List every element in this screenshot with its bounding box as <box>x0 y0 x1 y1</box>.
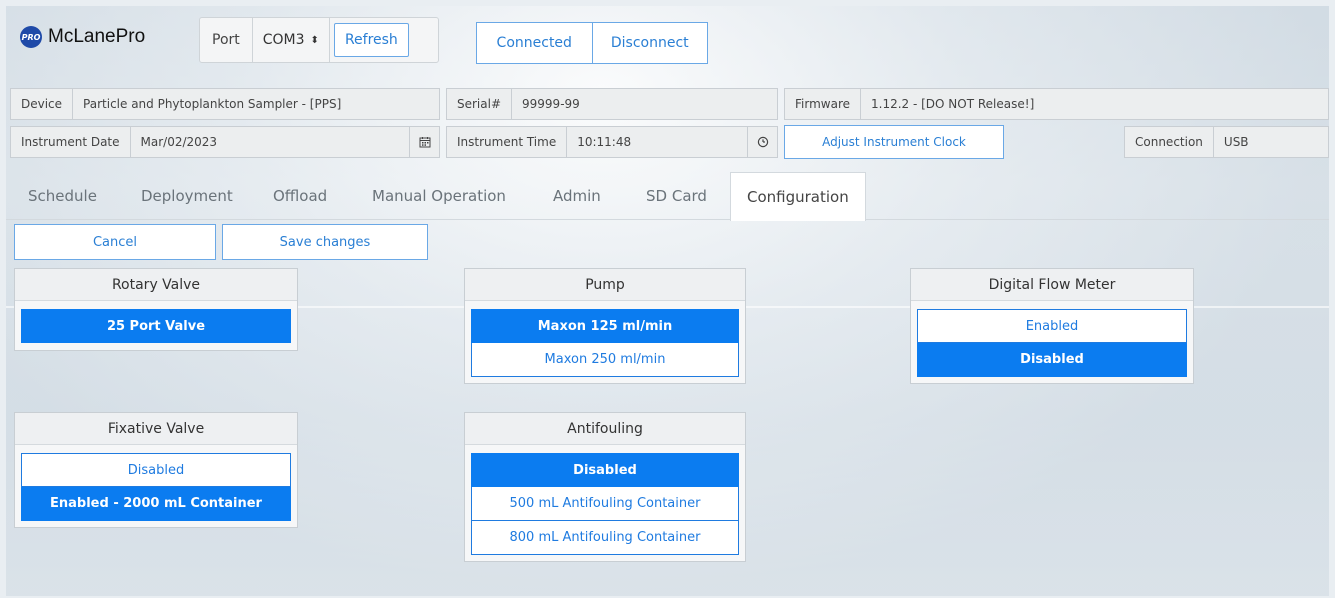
app-name: McLanePro <box>48 26 146 47</box>
tab-schedule[interactable]: Schedule <box>28 172 97 220</box>
connection-button-group: Connected Disconnect <box>476 22 708 64</box>
port-select[interactable]: COM3 ⬍ <box>253 18 330 62</box>
tab-deployment[interactable]: Deployment <box>141 172 233 220</box>
rotary-valve-options: 25 Port Valve <box>15 301 297 351</box>
antifouling-options: Disabled 500 mL Antifouling Container 80… <box>465 445 745 563</box>
rotary-valve-title: Rotary Valve <box>15 269 297 301</box>
clock-icon[interactable] <box>747 127 777 157</box>
firmware-value: 1.12.2 - [DO NOT Release!] <box>871 97 1035 111</box>
date-label: Instrument Date <box>11 127 131 157</box>
pump-panel: Pump Maxon 125 ml/min Maxon 250 ml/min <box>464 268 746 384</box>
antifouling-panel: Antifouling Disabled 500 mL Antifouling … <box>464 412 746 562</box>
pump-options: Maxon 125 ml/min Maxon 250 ml/min <box>465 301 745 385</box>
cancel-button[interactable]: Cancel <box>14 224 216 260</box>
option-disabled[interactable]: Disabled <box>917 343 1187 377</box>
tab-configuration[interactable]: Configuration <box>730 172 866 221</box>
device-label: Device <box>11 89 74 119</box>
pump-title: Pump <box>465 269 745 301</box>
serial-info: Serial# 99999-99 <box>446 88 778 120</box>
connection-label: Connection <box>1125 127 1214 157</box>
firmware-info: Firmware 1.12.2 - [DO NOT Release!] <box>784 88 1329 120</box>
refresh-button[interactable]: Refresh <box>333 23 409 57</box>
serial-label: Serial# <box>447 89 513 119</box>
device-value: Particle and Phytoplankton Sampler - [PP… <box>83 97 342 111</box>
connection-value: USB <box>1223 135 1249 149</box>
rotary-valve-panel: Rotary Valve 25 Port Valve <box>14 268 298 351</box>
device-info: Device Particle and Phytoplankton Sample… <box>10 88 440 120</box>
serial-value: 99999-99 <box>522 97 580 111</box>
connection-info: Connection USB <box>1124 126 1329 158</box>
option-enabled-2000ml[interactable]: Enabled - 2000 mL Container <box>21 487 291 521</box>
fixative-valve-options: Disabled Enabled - 2000 mL Container <box>15 445 297 529</box>
tab-offload[interactable]: Offload <box>273 172 327 220</box>
select-arrows-icon: ⬍ <box>310 34 319 46</box>
pro-badge-icon: PRO <box>20 26 42 48</box>
app-logo: PRO McLanePro <box>20 26 145 48</box>
firmware-label: Firmware <box>785 89 861 119</box>
tab-manual-operation[interactable]: Manual Operation <box>372 172 506 220</box>
time-label: Instrument Time <box>447 127 568 157</box>
tab-admin[interactable]: Admin <box>553 172 601 220</box>
date-value[interactable]: Mar/02/2023 <box>131 127 409 157</box>
port-select-value: COM3 <box>262 32 305 48</box>
option-maxon-250[interactable]: Maxon 250 ml/min <box>471 343 739 377</box>
option-500ml-antifouling[interactable]: 500 mL Antifouling Container <box>471 487 739 521</box>
tab-bar: Schedule Deployment Offload Manual Opera… <box>6 172 1329 221</box>
top-bar: PRO McLanePro Port COM3 ⬍ Refresh Connec… <box>6 6 1329 70</box>
port-group: Port COM3 ⬍ Refresh <box>199 17 439 63</box>
adjust-instrument-clock-button[interactable]: Adjust Instrument Clock <box>784 125 1004 159</box>
connected-button[interactable]: Connected <box>477 23 592 63</box>
instrument-date: Instrument Date Mar/02/2023 <box>10 126 440 158</box>
port-label: Port <box>200 18 253 62</box>
option-25-port-valve[interactable]: 25 Port Valve <box>21 309 291 343</box>
save-changes-button[interactable]: Save changes <box>222 224 428 260</box>
antifouling-title: Antifouling <box>465 413 745 445</box>
calendar-icon[interactable] <box>409 127 439 157</box>
option-enabled[interactable]: Enabled <box>917 309 1187 343</box>
fixative-valve-panel: Fixative Valve Disabled Enabled - 2000 m… <box>14 412 298 528</box>
digital-flow-meter-title: Digital Flow Meter <box>911 269 1193 301</box>
flow-meter-options: Enabled Disabled <box>911 301 1193 385</box>
option-disabled[interactable]: Disabled <box>471 453 739 487</box>
time-value[interactable]: 10:11:48 <box>567 127 747 157</box>
disconnect-button[interactable]: Disconnect <box>591 23 708 63</box>
option-800ml-antifouling[interactable]: 800 mL Antifouling Container <box>471 521 739 555</box>
option-disabled[interactable]: Disabled <box>21 453 291 487</box>
instrument-time: Instrument Time 10:11:48 <box>446 126 778 158</box>
option-maxon-125[interactable]: Maxon 125 ml/min <box>471 309 739 343</box>
digital-flow-meter-panel: Digital Flow Meter Enabled Disabled <box>910 268 1194 384</box>
tab-sd-card[interactable]: SD Card <box>646 172 707 220</box>
fixative-valve-title: Fixative Valve <box>15 413 297 445</box>
